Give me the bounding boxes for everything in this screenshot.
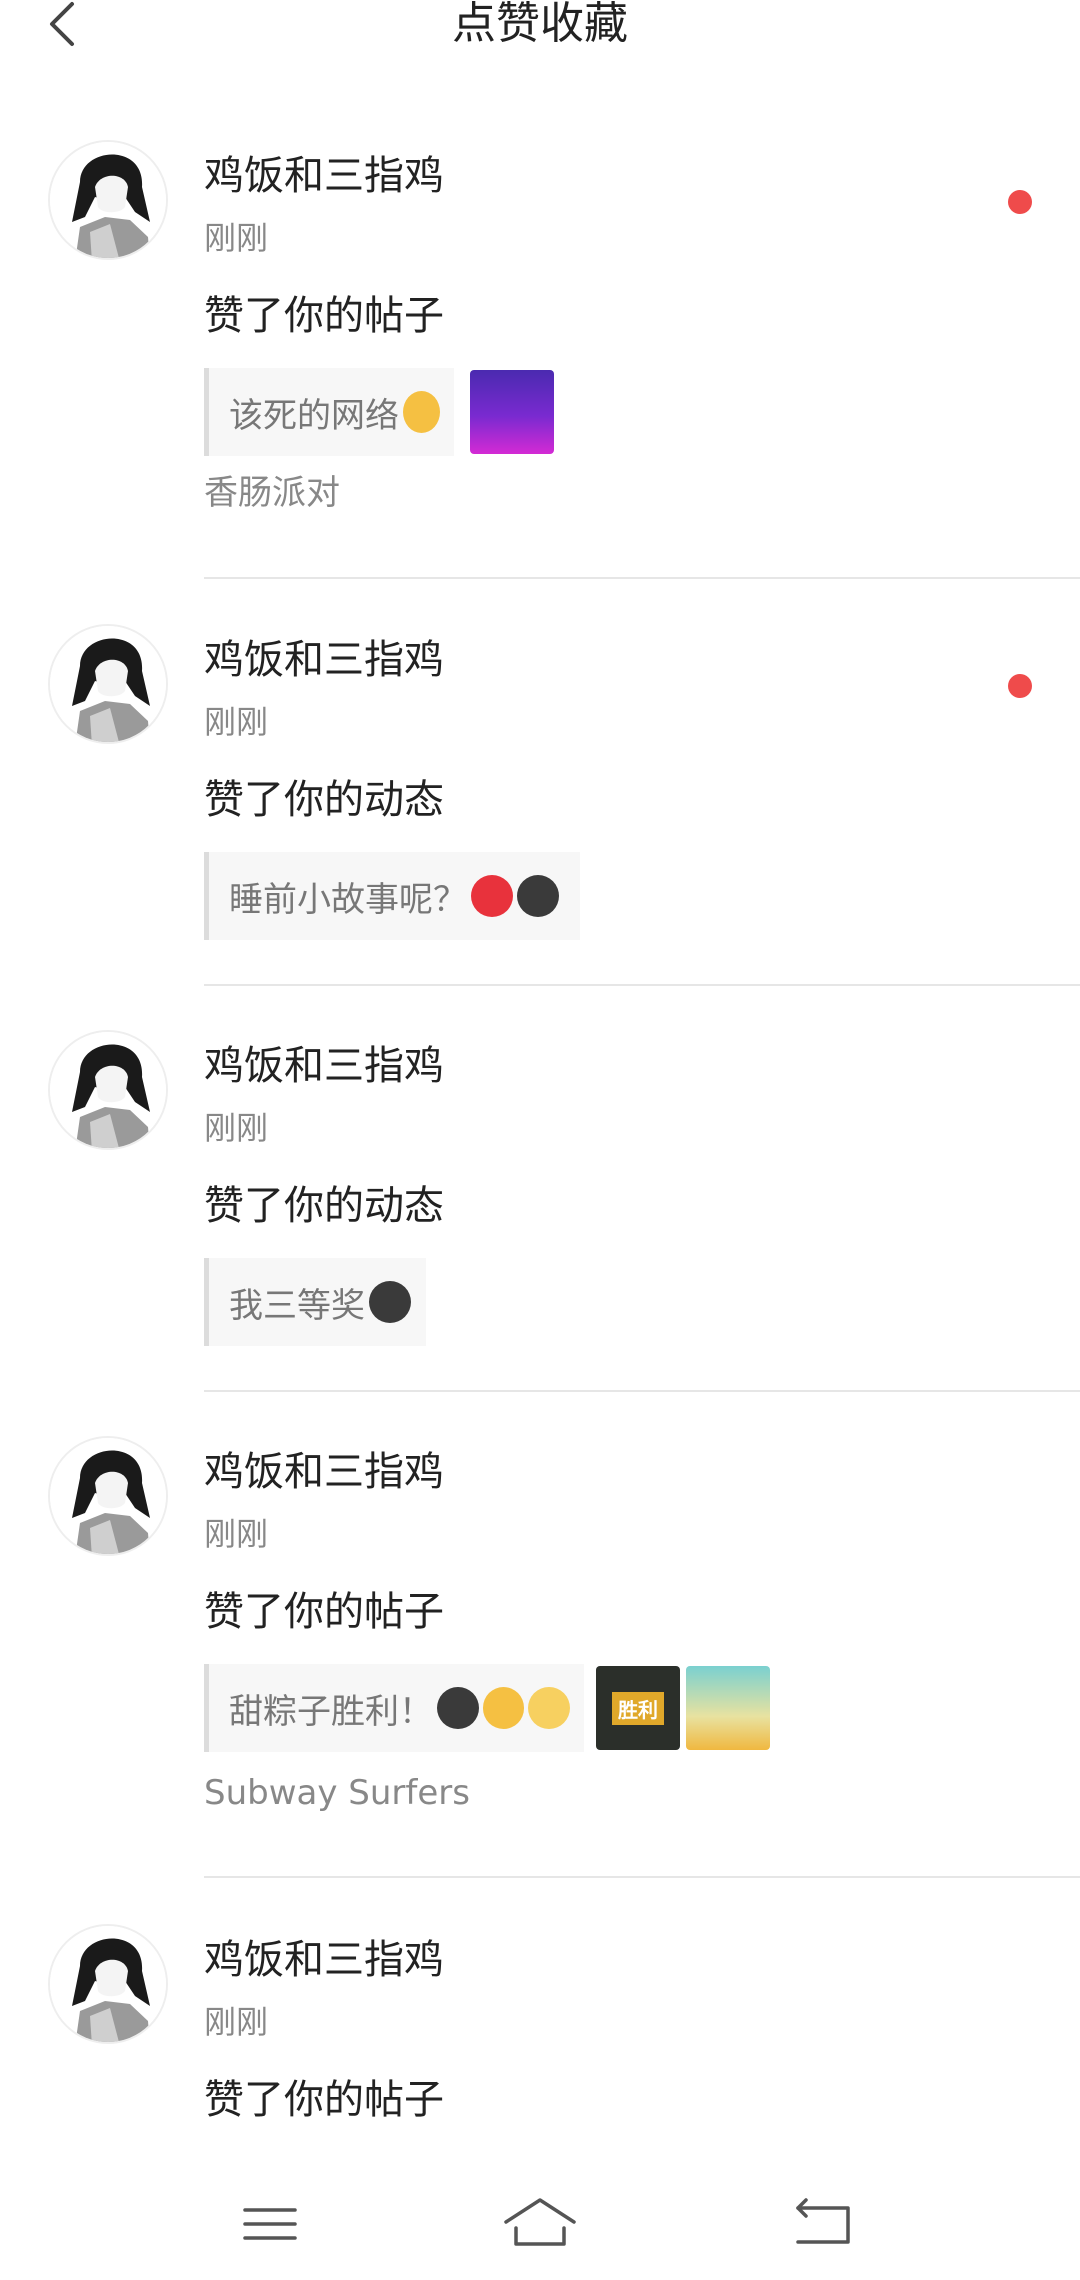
dark-face-emoji-icon <box>437 1687 479 1729</box>
avatar-image <box>50 626 166 742</box>
action-text: 赞了你的帖子 <box>204 2077 444 2123</box>
post-thumbnail[interactable]: 胜利 <box>596 1666 680 1750</box>
home-icon <box>504 2198 576 2246</box>
dark-face-emoji-icon <box>517 875 559 917</box>
menu-icon <box>243 2208 297 2240</box>
action-text: 赞了你的动态 <box>204 777 444 823</box>
unread-dot <box>1008 674 1032 698</box>
quoted-content[interactable]: 甜粽子胜利！ <box>204 1664 584 1752</box>
avatar-image <box>50 1032 166 1148</box>
username[interactable]: 鸡饭和三指鸡 <box>204 634 444 686</box>
timestamp: 刚刚 <box>204 219 269 257</box>
angry-face-emoji-icon <box>471 875 513 917</box>
username[interactable]: 鸡饭和三指鸡 <box>204 1040 444 1092</box>
quoted-content[interactable]: 该死的网络 <box>204 368 454 456</box>
action-text: 赞了你的帖子 <box>204 1589 444 1635</box>
menu-button[interactable] <box>230 2188 310 2258</box>
avatar-image <box>50 1438 166 1554</box>
header: 点赞收藏 <box>0 0 1080 70</box>
action-text: 赞了你的动态 <box>204 1183 444 1229</box>
timestamp: 刚刚 <box>204 1515 269 1553</box>
return-icon <box>796 2198 850 2244</box>
avatar-image <box>50 1926 166 2042</box>
quoted-content[interactable]: 睡前小故事呢？ <box>204 852 580 940</box>
unread-dot <box>1008 190 1032 214</box>
timestamp: 刚刚 <box>204 703 269 741</box>
timestamp: 刚刚 <box>204 2003 269 2041</box>
quote-text: 甜粽子胜利！ <box>229 1691 433 1732</box>
avatar[interactable] <box>48 1436 168 1556</box>
sunglasses-face-emoji-icon <box>482 1687 525 1729</box>
source-tag[interactable]: 香肠派对 <box>204 470 340 516</box>
username[interactable]: 鸡饭和三指鸡 <box>204 1934 444 1986</box>
username[interactable]: 鸡饭和三指鸡 <box>204 1446 444 1498</box>
weary-face-emoji-icon <box>403 391 440 433</box>
divider <box>204 577 1080 579</box>
post-thumbnail[interactable] <box>686 1666 770 1750</box>
quote-text: 该死的网络 <box>229 395 399 436</box>
system-navigation-bar <box>0 2170 1080 2280</box>
source-tag[interactable]: Subway Surfers <box>204 1770 470 1816</box>
quoted-content[interactable]: 我三等奖 <box>204 1258 426 1346</box>
avatar[interactable] <box>48 1030 168 1150</box>
action-text: 赞了你的帖子 <box>204 293 444 339</box>
timestamp: 刚刚 <box>204 1109 269 1147</box>
avatar[interactable] <box>48 140 168 260</box>
divider <box>204 984 1080 986</box>
post-thumbnail[interactable] <box>470 370 554 454</box>
quote-text: 睡前小故事呢？ <box>229 879 467 920</box>
page-title: 点赞收藏 <box>452 0 628 49</box>
thumbnail-label: 胜利 <box>612 1691 664 1725</box>
return-button[interactable] <box>784 2188 864 2258</box>
avatar-image <box>50 142 166 258</box>
divider <box>204 1390 1080 1392</box>
username[interactable]: 鸡饭和三指鸡 <box>204 150 444 202</box>
home-button[interactable] <box>500 2188 580 2258</box>
avatar[interactable] <box>48 624 168 744</box>
smirk-face-emoji-icon <box>528 1687 571 1729</box>
dark-face-emoji-icon <box>369 1281 411 1323</box>
quote-text: 我三等奖 <box>229 1285 365 1326</box>
avatar[interactable] <box>48 1924 168 2044</box>
divider <box>204 1876 1080 1878</box>
